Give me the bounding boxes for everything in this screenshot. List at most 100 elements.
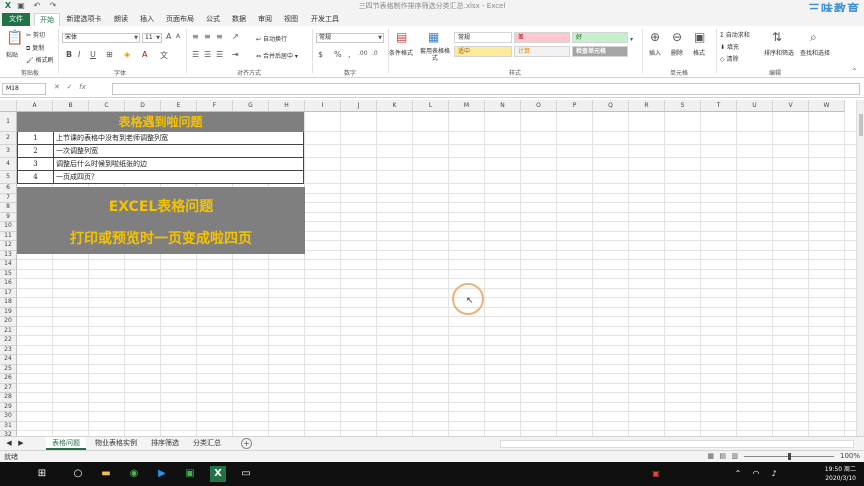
row-text-cell[interactable]: 一次调整列宽 [56,145,98,157]
row-header[interactable]: 5 [0,171,17,184]
horizontal-scrollbar[interactable] [500,440,854,448]
volume-icon[interactable]: ♪ [766,466,782,482]
table-row[interactable]: 3 调整后什么时候到啦纸张的边 [17,158,304,171]
delete-cells-button[interactable]: 删除 [671,48,683,57]
style-neutral[interactable]: 适中 [454,46,512,57]
orientation-icon[interactable]: ↗ [232,32,239,41]
decrease-decimal-icon[interactable]: .0 [372,50,378,57]
grow-font-icon[interactable]: A [166,32,171,41]
italic-icon[interactable]: I [78,50,80,59]
align-bottom-icon[interactable]: ≡ [216,32,223,41]
align-left-icon[interactable]: ☰ [192,50,199,59]
column-header[interactable]: S [665,100,701,112]
column-header[interactable]: I [305,100,341,112]
normal-view-icon[interactable]: ▦ [707,452,714,460]
row-header[interactable]: 12 [0,241,17,251]
increase-decimal-icon[interactable]: .00 [358,50,368,57]
paste-icon[interactable]: 📋 [6,30,23,46]
tab-formulas[interactable]: 公式 [202,13,224,26]
sort-filter-button[interactable]: 排序和筛选 [764,48,794,57]
column-header[interactable]: K [377,100,413,112]
comma-icon[interactable]: , [348,50,351,59]
row-header[interactable]: 26 [0,374,17,384]
select-all-corner[interactable] [0,100,17,112]
format-painter-button[interactable]: 🖌 格式刷 [26,55,54,64]
currency-icon[interactable]: $ [318,50,323,59]
bold-icon[interactable]: B [66,50,72,59]
table-row[interactable]: 1 上节课的表格中没有到老师调整列宽 [17,132,304,145]
tab-data[interactable]: 数据 [228,13,250,26]
row-header[interactable]: 19 [0,307,17,317]
column-header[interactable]: E [161,100,197,112]
row-header[interactable]: 11 [0,231,17,241]
column-header[interactable]: U [737,100,773,112]
find-select-icon[interactable]: ⌕ [810,30,817,45]
column-header[interactable]: R [629,100,665,112]
column-header[interactable]: O [521,100,557,112]
row-header[interactable]: 9 [0,212,17,222]
paste-button[interactable]: 粘贴 [6,50,18,59]
sheet-tab-sort-filter[interactable]: 排序筛选 [146,437,184,450]
conditional-format-icon[interactable]: ▤ [396,30,407,44]
font-color-icon[interactable]: A [142,50,147,59]
page-break-view-icon[interactable]: ▥ [731,452,738,460]
font-size-select[interactable]: 11 ▼ [142,33,162,43]
style-check-cell[interactable]: 检查单元格 [572,46,628,57]
percent-icon[interactable]: % [334,50,342,59]
copy-button[interactable]: ⧉ 复制 [26,43,44,53]
row-header[interactable]: 23 [0,345,17,355]
row-header[interactable]: 10 [0,222,17,232]
style-bad[interactable]: 差 [514,32,570,43]
sheet-banner-title[interactable]: 表格遇到啦问题 [17,112,304,132]
green-app-icon[interactable]: ▣ [182,466,198,482]
row-number-cell[interactable]: 3 [18,158,54,170]
media-player-icon[interactable]: ▶ [154,466,170,482]
tab-read-aloud[interactable]: 朗读 [108,13,134,26]
column-header[interactable]: J [341,100,377,112]
font-name-select[interactable]: 宋体 ▼ [62,33,140,43]
clear-button[interactable]: ◇ 清除 [720,54,739,63]
search-icon[interactable]: ○ [70,466,86,482]
row-header[interactable]: 28 [0,393,17,403]
row-header[interactable]: 20 [0,317,17,327]
align-top-icon[interactable]: ≡ [192,32,199,41]
name-box[interactable]: M18 [2,83,46,95]
row-header[interactable]: 31 [0,421,17,431]
format-cells-icon[interactable]: ▣ [694,30,705,44]
autosum-button[interactable]: Σ 自动求和 [720,30,750,39]
row-header[interactable]: 6 [0,184,17,194]
vertical-scrollbar[interactable] [856,100,864,436]
row-header[interactable]: 24 [0,355,17,365]
row-text-cell[interactable]: 上节课的表格中没有到老师调整列宽 [56,132,168,144]
shrink-font-icon[interactable]: A [176,33,180,40]
column-header[interactable]: T [701,100,737,112]
phonetic-icon[interactable]: 文 [160,50,168,61]
column-header[interactable]: F [197,100,233,112]
row-header[interactable]: 4 [0,158,17,171]
row-number-cell[interactable]: 4 [18,171,54,183]
row-text-cell[interactable]: 调整后什么时候到啦纸张的边 [56,158,147,170]
insert-cells-icon[interactable]: ⊕ [650,30,660,44]
row-header[interactable]: 17 [0,288,17,298]
align-right-icon[interactable]: ☰ [216,50,223,59]
style-good[interactable]: 好 [572,32,628,43]
excel-taskbar-icon[interactable]: X [210,466,226,482]
row-text-cell[interactable]: 一页成四页？ [56,171,98,183]
row-number-cell[interactable]: 2 [18,145,54,157]
row-header[interactable]: 15 [0,269,17,279]
network-icon[interactable]: ◠ [748,466,764,482]
tab-developer[interactable]: 开发工具 [306,13,344,26]
fill-button[interactable]: ⬇ 填充 [720,42,739,51]
conditional-format-button[interactable]: 条件格式 [389,48,413,57]
column-header[interactable]: Q [593,100,629,112]
table-row[interactable]: 2 一次调整列宽 [17,145,304,158]
browser-icon[interactable]: ◉ [126,466,142,482]
row-header[interactable]: 1 [0,112,17,132]
tab-new[interactable]: 新建选项卡 [62,13,106,26]
cancel-icon[interactable]: ✕ [54,83,60,91]
styles-gallery-more-icon[interactable]: ▾ [630,36,633,43]
tab-review[interactable]: 审阅 [254,13,276,26]
row-header[interactable]: 2 [0,132,17,145]
windows-start-icon[interactable]: ⊞ [34,466,50,482]
underline-icon[interactable]: U [90,50,96,59]
